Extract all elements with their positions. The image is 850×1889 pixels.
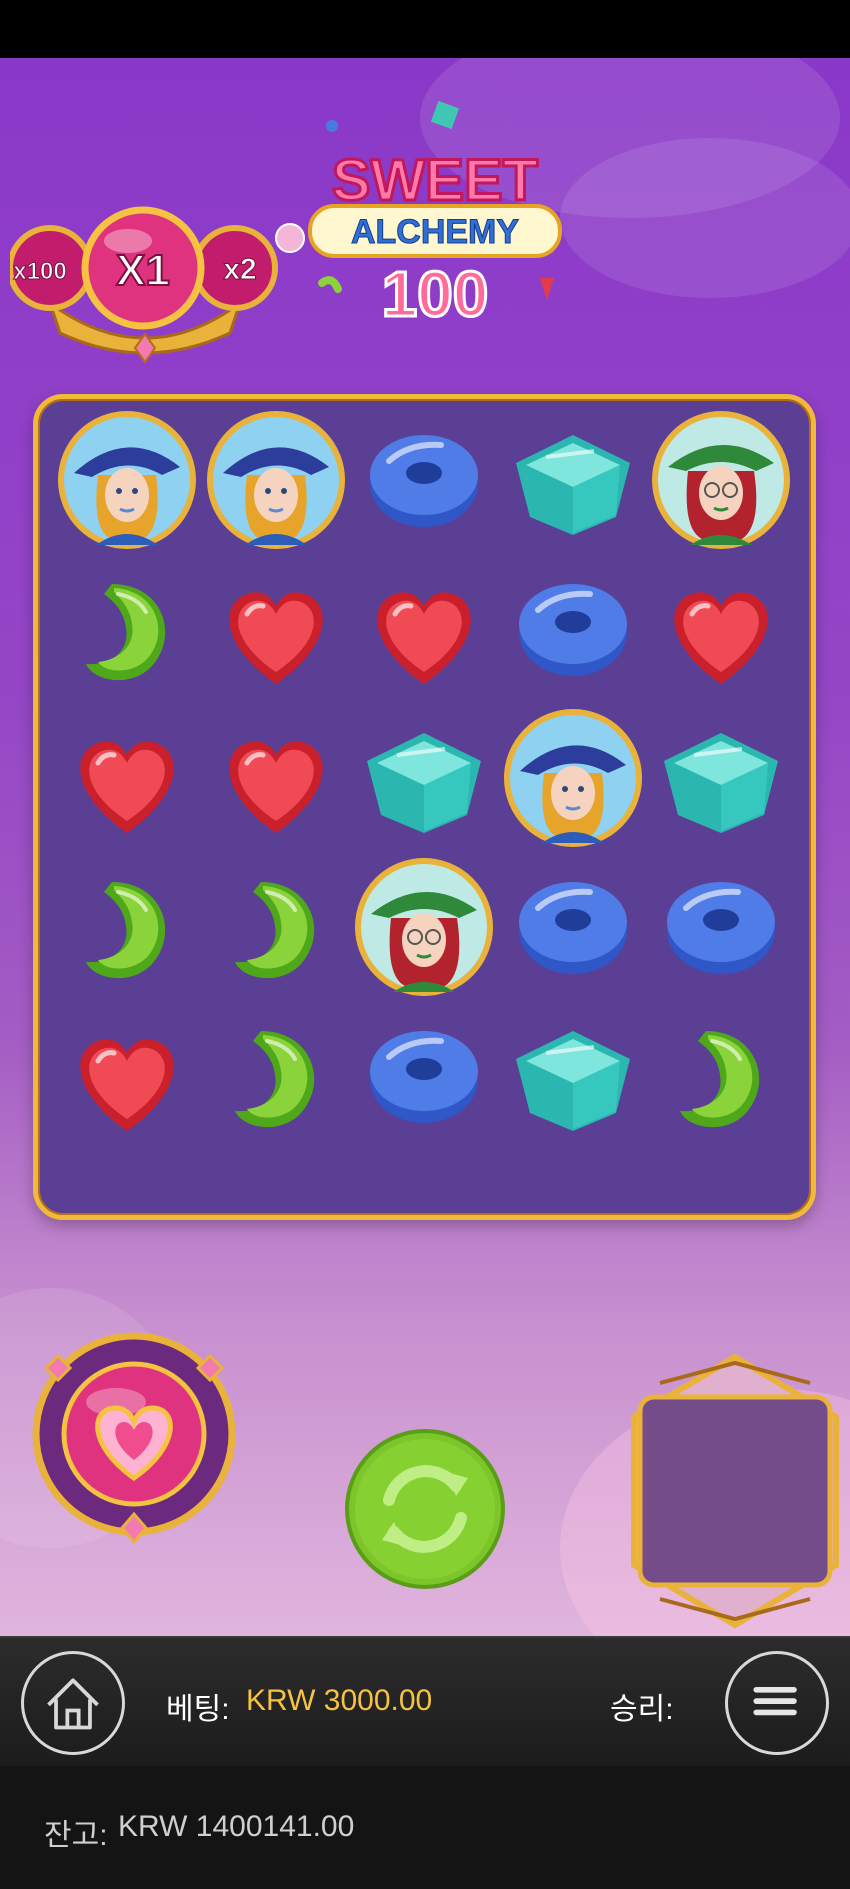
balance-label: 잔고: — [44, 1819, 108, 1852]
grid-cell-bean-green — [201, 852, 351, 1002]
game-area: SWEET ALCHEMY 100 x100 X1 x2 — [0, 58, 850, 1636]
grid-cell-witch-blue — [498, 703, 648, 853]
grid-cell-bean-green — [52, 554, 202, 704]
reel-grid — [33, 394, 816, 1220]
grid-cell-cube-teal — [349, 703, 499, 853]
menu-button[interactable] — [725, 1651, 829, 1755]
grid-cell-donut-blue — [349, 405, 499, 555]
grid-cell-witch-green — [646, 405, 796, 555]
grid-cell-heart-red — [646, 554, 796, 704]
status-bar — [0, 0, 850, 58]
grid-cell-donut-blue — [349, 1001, 499, 1151]
grid-cell-witch-blue — [52, 405, 202, 555]
grid-cell-bean-green — [52, 852, 202, 1002]
grid-cell-bean-green — [201, 1001, 351, 1151]
multiplier-right-label: x2 — [223, 253, 256, 286]
multiplier-display: x100 X1 x2 — [10, 206, 278, 364]
win-label: 승리: — [610, 1693, 674, 1726]
grid-cell-heart-red — [201, 554, 351, 704]
spin-button[interactable] — [344, 1428, 506, 1590]
grid-cell-heart-red — [52, 1001, 202, 1151]
logo-word-sweet: SWEET — [332, 148, 538, 213]
grid-cell-donut-blue — [646, 852, 796, 1002]
multiplier-left-label: x100 — [13, 258, 66, 285]
grid-cell-heart-red — [52, 703, 202, 853]
grid-cell-witch-green — [349, 852, 499, 1002]
logo-word-alchemy: ALCHEMY — [351, 213, 519, 251]
bet-value: KRW 3000.00 — [246, 1684, 433, 1717]
multiplier-center-label: X1 — [116, 246, 170, 295]
grid-cell-witch-blue — [201, 405, 351, 555]
background-cloud — [560, 138, 850, 298]
grid-cell-bean-green — [646, 1001, 796, 1151]
grid-cell-cube-teal — [646, 703, 796, 853]
logo-word-100: 100 — [382, 258, 489, 330]
grid-cell-donut-blue — [498, 852, 648, 1002]
balance-bar: 잔고: KRW 1400141.00 — [0, 1766, 850, 1889]
balance-value: KRW 1400141.00 — [118, 1810, 355, 1843]
home-button[interactable] — [21, 1651, 125, 1755]
home-icon — [47, 1678, 99, 1730]
game-logo: SWEET ALCHEMY 100 — [275, 100, 562, 332]
grid-cell-donut-blue — [498, 554, 648, 704]
menu-icon — [753, 1686, 797, 1716]
grid-cell-heart-red — [349, 554, 499, 704]
grid-cell-cube-teal — [498, 1001, 648, 1151]
grid-cell-cube-teal — [498, 405, 648, 555]
bottom-control-bar: 베팅: KRW 3000.00 승리: — [0, 1636, 850, 1768]
grid-cell-heart-red — [201, 703, 351, 853]
power-heart-button[interactable] — [28, 1328, 240, 1548]
bet-label: 베팅: — [166, 1693, 230, 1726]
feature-panel — [631, 1353, 839, 1629]
